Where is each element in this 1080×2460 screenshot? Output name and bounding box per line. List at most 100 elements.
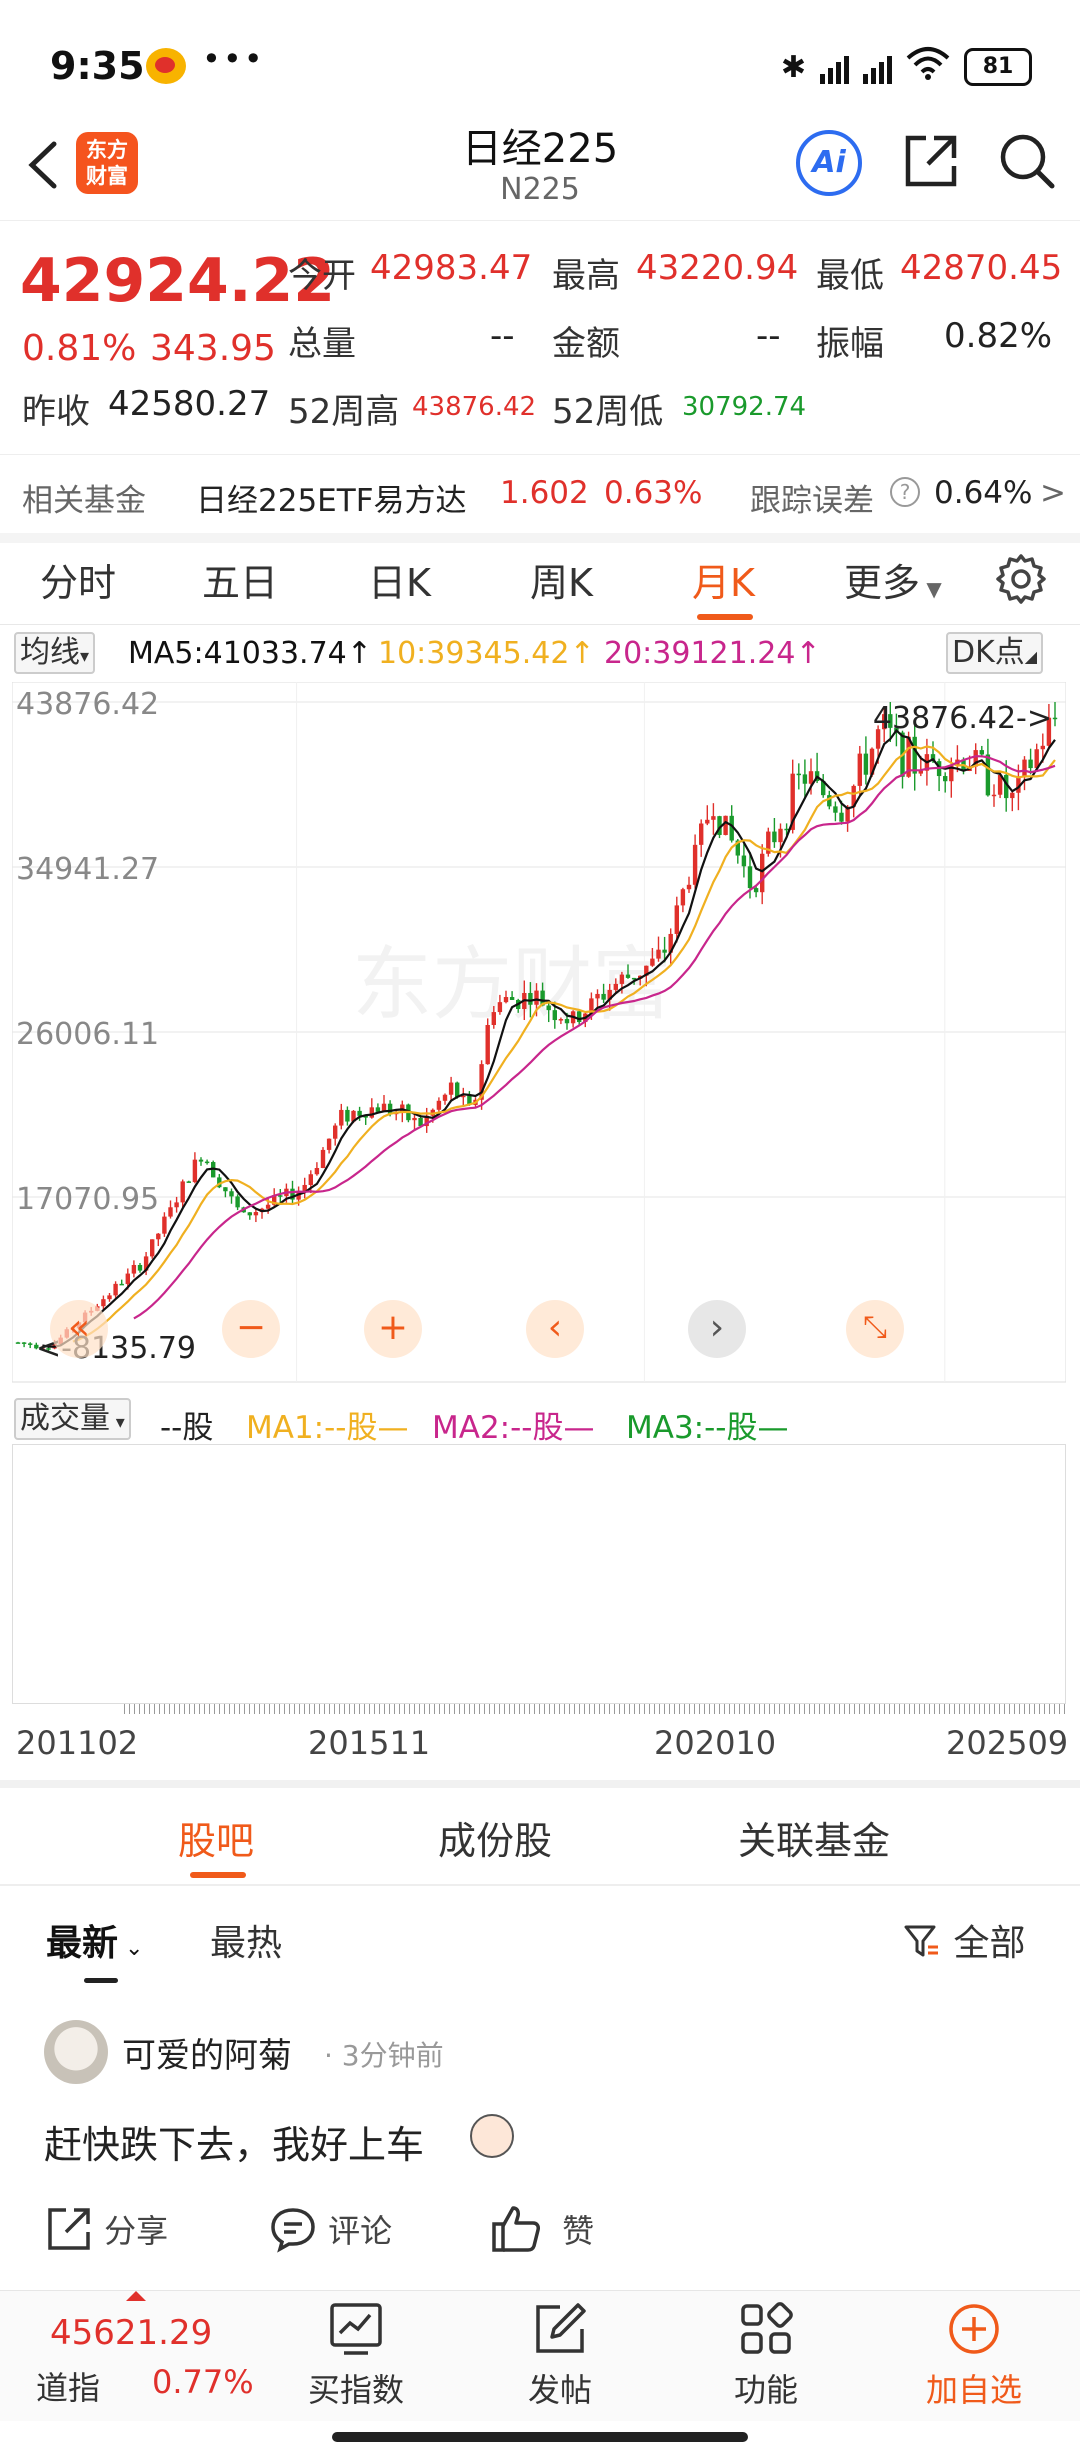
chart-trend-icon (330, 2303, 382, 2355)
fund-name[interactable]: 日经225ETF易方达 (196, 475, 467, 520)
candle-body (979, 750, 984, 755)
tab-guba[interactable]: 股吧 (178, 1810, 254, 1865)
nav-buy-index[interactable]: 买指数 (286, 2301, 426, 2411)
grid-icon (741, 2302, 793, 2354)
change-amount: 343.95 (150, 328, 276, 369)
share-icon (48, 2208, 90, 2250)
help-icon[interactable]: ? (890, 477, 920, 507)
candle-body (650, 958, 655, 966)
volume-unit: --股 (160, 1410, 214, 1446)
candle-body (528, 992, 533, 1005)
candle-body (436, 1100, 442, 1110)
tab-intraday[interactable]: 分时 (40, 552, 116, 607)
candle-body (131, 1264, 137, 1274)
tab-daily-k[interactable]: 日K (368, 552, 431, 607)
filter-button[interactable]: 全部 (902, 1914, 1025, 1966)
app-header: 东方 财富 日经225 N225 Ai (0, 110, 1080, 221)
scroll-right-button[interactable]: › (688, 1300, 746, 1358)
dk-point-toggle[interactable]: DK点◢ (946, 632, 1044, 674)
tab-monthly-k[interactable]: 月K (692, 552, 755, 607)
scroll-left-fast-button[interactable]: « (50, 1300, 108, 1358)
gear-icon (996, 554, 1046, 604)
edit-icon (536, 2303, 586, 2353)
nav-add-watchlist[interactable]: 加自选 (904, 2301, 1044, 2411)
scroll-left-button[interactable]: ‹ (526, 1300, 584, 1358)
post-time: · 3分钟前 (324, 2039, 444, 2072)
up-triangle-icon (126, 2291, 146, 2301)
post-username[interactable]: 可爱的阿菊 (122, 2028, 292, 2077)
high-value: 43220.94 (636, 248, 799, 288)
status-time: 9:35 (50, 44, 145, 88)
avatar[interactable] (44, 2020, 108, 2084)
volume-ma2: MA2:--股— (432, 1410, 595, 1446)
fullscreen-button[interactable]: ⤡ (846, 1300, 904, 1358)
kline-chart[interactable]: 东方财富 43876.42 34941.27 26006.11 17070.95 438… (11, 681, 1067, 1390)
candle-body (796, 773, 801, 776)
volume-chart[interactable] (12, 1444, 1066, 1704)
candle-body (101, 1299, 106, 1307)
ma5-text: MA5:41033.74 (128, 636, 347, 671)
search-icon (1000, 134, 1055, 189)
candle-body (150, 1239, 155, 1257)
battery-icon: 81 (964, 48, 1032, 86)
sort-hot[interactable]: 最热 (210, 1914, 282, 1966)
emoji-icon (470, 2114, 514, 2158)
candle-body (912, 736, 917, 774)
candle-body (613, 983, 618, 990)
tab-constituents[interactable]: 成份股 (438, 1810, 552, 1865)
related-fund-bar[interactable]: 相关基金 日经225ETF易方达 1.602 0.63% 跟踪误差 ? 0.64… (0, 454, 1080, 543)
comment-button[interactable]: 评论 (268, 2204, 392, 2254)
high-label: 最高 (552, 256, 620, 296)
ma10-text: 10:39345.42 (378, 636, 570, 671)
candle-body (991, 794, 997, 797)
volume-selector[interactable]: 成交量 ▾ (14, 1398, 131, 1440)
fund-price: 1.602 (500, 475, 589, 511)
ma-selector[interactable]: 均线▾ (14, 632, 96, 674)
tab-weekly-k[interactable]: 周K (530, 552, 593, 607)
like-button[interactable]: 赞 (490, 2204, 594, 2254)
candle-body (247, 1212, 252, 1216)
candle-body (833, 806, 838, 813)
date-tick: 202010 (654, 1724, 777, 1762)
search-button[interactable] (996, 130, 1058, 192)
week52-low-label: 52周低 (552, 392, 664, 432)
kline-svg[interactable]: 东方财富 43876.42 34941.27 26006.11 17070.95 438… (11, 681, 1067, 1390)
tab-related-funds[interactable]: 关联基金 (738, 1810, 890, 1865)
nav-functions-label: 功能 (733, 2371, 798, 2409)
sort-bar: 最新 ⌄ 最热 全部 (0, 1884, 1080, 1984)
zoom-out-button[interactable]: − (222, 1300, 280, 1358)
nav-post[interactable]: 发帖 (490, 2301, 630, 2411)
ma-legend: 均线▾ MA5:41033.74↑ 10:39345.42↑ 20:39121.… (0, 624, 1080, 680)
tab-more[interactable]: 更多 ▼ (844, 552, 942, 607)
home-indicator (332, 2432, 748, 2442)
section-divider (0, 1780, 1080, 1788)
share-post-button[interactable]: 分享 (44, 2204, 168, 2254)
open-value: 42983.47 (370, 248, 533, 288)
candle-body (625, 974, 631, 978)
active-tab-indicator (190, 1872, 246, 1878)
post-item[interactable]: 可爱的阿菊 · 3分钟前 赶快跌下去，我好上车 分享 评论 赞 (0, 1990, 1080, 2270)
candle-body (753, 888, 759, 893)
candle-body (656, 949, 661, 959)
candle-body (985, 754, 991, 796)
ai-button[interactable]: Ai (796, 130, 862, 196)
tab-five-day[interactable]: 五日 (202, 552, 278, 607)
fund-label: 相关基金 (22, 483, 146, 519)
dow-ticker[interactable]: 45621.29 道指 0.77% (14, 2291, 254, 2421)
sort-latest[interactable]: 最新 ⌄ (46, 1914, 143, 1966)
thumbs-up-icon (492, 2206, 540, 2252)
post-text[interactable]: 赶快跌下去，我好上车 (44, 2114, 424, 2169)
volume-ma3: MA3:--股— (626, 1410, 789, 1446)
candle-body (156, 1233, 161, 1240)
week52-low-value: 30792.74 (682, 392, 807, 422)
amount-value: -- (756, 316, 781, 356)
candle-body (778, 828, 783, 843)
share-button[interactable] (900, 130, 962, 192)
chart-settings-button[interactable] (994, 552, 1048, 606)
volume-selector-label: 成交量 (20, 1401, 110, 1436)
volume-label: 总量 (288, 324, 356, 364)
zoom-in-button[interactable]: + (364, 1300, 422, 1358)
candle-body (674, 905, 679, 934)
nav-functions[interactable]: 功能 (696, 2301, 836, 2411)
candle-body (107, 1295, 112, 1300)
